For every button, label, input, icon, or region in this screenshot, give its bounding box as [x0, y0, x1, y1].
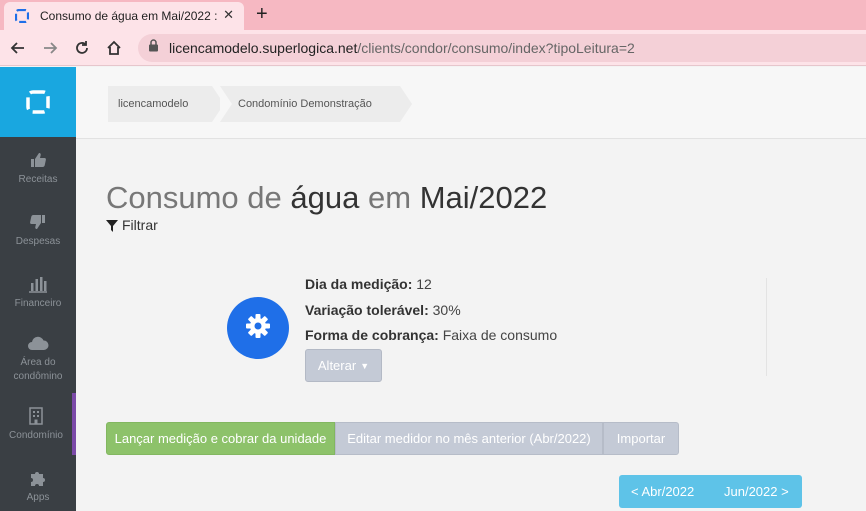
sidebar-item-despesas[interactable]: Despesas — [0, 199, 76, 261]
breadcrumb-label: licencamodelo — [118, 98, 189, 110]
title-part-3: em — [368, 180, 412, 215]
tab-title: Consumo de água em Mai/2022 : — [40, 9, 218, 23]
info-value: 30% — [432, 301, 461, 318]
forward-icon[interactable] — [40, 38, 60, 58]
puzzle-icon — [27, 468, 49, 488]
next-month-button[interactable]: Jun/2022 > — [724, 484, 789, 499]
sidebar-item-financeiro[interactable]: Financeiro — [0, 261, 76, 323]
back-icon[interactable] — [8, 38, 28, 58]
breadcrumb-label: Condomínio Demonstração — [238, 98, 372, 110]
sidebar-item-receitas[interactable]: Receitas — [0, 137, 76, 199]
month-pager: < Abr/2022 Jun/2022 > — [619, 475, 802, 508]
filter-icon — [106, 219, 118, 232]
info-variacao: Variação tolerável: 30% — [305, 300, 557, 326]
filter-link[interactable]: Filtrar — [106, 217, 158, 233]
sidebar-item-label: Condomínio — [9, 429, 63, 441]
gear-icon — [245, 313, 271, 344]
breadcrumb-item-condominio[interactable]: Condomínio Demonstração — [220, 86, 412, 122]
info-label: Variação tolerável: — [305, 301, 429, 318]
home-icon[interactable] — [104, 38, 124, 58]
editar-medidor-button[interactable]: Editar medidor no mês anterior (Abr/2022… — [335, 422, 603, 455]
previous-month-button[interactable]: < Abr/2022 — [631, 484, 694, 499]
sidebar-item-label: Área do condômino — [13, 356, 63, 382]
info-label: Dia da medição: — [305, 276, 413, 292]
title-part-1: Consumo de — [106, 180, 282, 215]
new-tab-icon[interactable]: + — [256, 3, 268, 26]
lancar-medicao-button[interactable]: Lançar medição e cobrar da unidade — [106, 422, 335, 455]
action-button-group: Lançar medição e cobrar da unidade Edita… — [106, 422, 679, 455]
browser-tab-bar: Consumo de água em Mai/2022 : ✕ + — [0, 0, 866, 30]
divider — [766, 278, 767, 376]
building-icon — [25, 406, 47, 426]
breadcrumb: licencamodelo Condomínio Demonstração — [76, 67, 866, 139]
address-bar[interactable]: licencamodelo.superlogica.net/clients/co… — [138, 34, 866, 62]
thumbs-up-icon — [27, 150, 49, 170]
close-tab-icon[interactable]: ✕ — [223, 7, 234, 23]
info-forma-cobranca: Forma de cobrança: Faixa de consumo — [305, 325, 557, 351]
sidebar-item-label: Receitas — [18, 173, 58, 185]
browser-tab[interactable]: Consumo de água em Mai/2022 : ✕ — [4, 2, 244, 30]
reload-icon[interactable] — [72, 38, 92, 58]
superlogica-favicon-icon — [14, 8, 30, 24]
lock-icon — [148, 39, 159, 57]
bar-chart-icon — [27, 274, 49, 294]
importar-button[interactable]: Importar — [603, 422, 679, 455]
sidebar-item-apps[interactable]: Apps — [0, 455, 76, 511]
sidebar-item-condominio[interactable]: Condomínio — [0, 393, 76, 455]
url-host: licencamodelo.superlogica.net — [169, 40, 358, 56]
info-value: 12 — [416, 276, 432, 292]
title-part-4: Mai/2022 — [419, 180, 548, 215]
info-label: Forma de cobrança: — [305, 327, 439, 343]
info-dia-medicao: Dia da medição: 12 — [305, 274, 557, 300]
url-text: licencamodelo.superlogica.net/clients/co… — [169, 40, 635, 56]
alterar-dropdown-button[interactable]: Alterar ▼ — [305, 349, 382, 382]
settings-badge — [227, 297, 289, 359]
url-path: /clients/condor/consumo/index?tipoLeitur… — [357, 40, 635, 56]
alterar-label: Alterar — [317, 358, 357, 373]
sidebar-item-label: Despesas — [15, 235, 61, 247]
sidebar: Receitas Despesas Financeiro Área do con… — [0, 67, 76, 511]
browser-toolbar: licencamodelo.superlogica.net/clients/co… — [0, 30, 866, 66]
title-part-2: água — [290, 180, 360, 215]
cloud-icon — [27, 333, 49, 353]
page-title: Consumo de água em Mai/2022 — [106, 180, 547, 216]
info-value: Faixa de consumo — [442, 327, 558, 343]
sidebar-item-label: Financeiro — [14, 297, 62, 309]
sidebar-item-area-condomino[interactable]: Área do condômino — [0, 323, 76, 393]
measurement-info: Dia da medição: 12 Variação tolerável: 3… — [305, 274, 557, 351]
superlogica-logo[interactable] — [0, 67, 76, 137]
thumbs-down-icon — [27, 212, 49, 232]
sidebar-item-label: Apps — [26, 491, 50, 503]
caret-down-icon: ▼ — [360, 360, 370, 371]
breadcrumb-item-licenca[interactable]: licencamodelo — [108, 86, 224, 122]
filter-label: Filtrar — [122, 217, 158, 233]
